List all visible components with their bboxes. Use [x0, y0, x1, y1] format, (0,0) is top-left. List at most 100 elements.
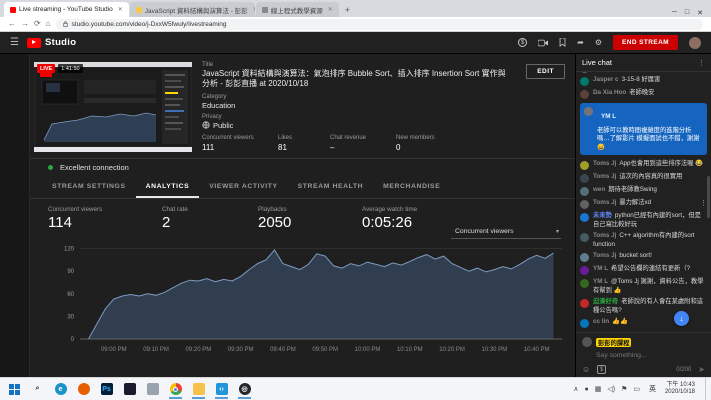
svg-text:09:40 PM: 09:40 PM [270, 347, 296, 353]
tray-icon[interactable]: ∧ [573, 386, 578, 393]
stream-preview-player[interactable]: LIVE 1:41:50 [34, 62, 192, 152]
chat-message[interactable]: Toms Jj有推薦好上手的export程式嗎 [580, 72, 707, 73]
back-icon[interactable]: ← [8, 20, 16, 28]
svg-text:10:20 PM: 10:20 PM [439, 347, 465, 353]
edit-button[interactable]: EDIT [526, 64, 565, 79]
svg-text:0: 0 [71, 337, 75, 343]
chat-message-text: 希望公告欄的連結有更新（? [611, 265, 690, 272]
chat-text-input[interactable]: Say something... [596, 352, 705, 359]
taskbar-start-icon[interactable] [6, 380, 23, 399]
tab-stream-health[interactable]: STREAM HEALTH [288, 176, 373, 198]
taskbar-firefox-icon[interactable] [75, 380, 92, 399]
tab-stream-settings[interactable]: STREAM SETTINGS [42, 176, 136, 198]
tab-analytics[interactable]: ANALYTICS [136, 176, 200, 198]
taskbar-system-app-icon[interactable] [144, 380, 161, 399]
chat-author-name: YM L [593, 265, 608, 272]
chat-message[interactable]: Jasper c3-15-8 好厲害 [580, 76, 707, 86]
menu-icon[interactable]: ☰ [10, 37, 19, 48]
browser-tab[interactable]: 線上程式教學資源✕ [256, 2, 339, 17]
taskbar-obs-icon[interactable]: ◎ [236, 380, 253, 399]
address-bar[interactable]: studio.youtube.com/video/j-DxxW5fwuly/li… [56, 19, 703, 30]
chat-message[interactable]: Toms JjApp也會用到這些排序法喔 😂 [580, 160, 707, 170]
send-icon[interactable]: ➤ [698, 365, 705, 374]
end-stream-button[interactable]: END STREAM [613, 35, 678, 50]
taskbar-search-icon[interactable]: ⌕ [29, 380, 46, 399]
chat-avatar [580, 200, 589, 209]
chat-message[interactable]: YM L希望公告欄的連結有更新（? [580, 265, 707, 275]
window-control-icon[interactable]: ✕ [697, 9, 703, 17]
chat-message[interactable]: 迫湊好奇老師說的有人會在某處附和這種公告嗎? [580, 298, 707, 315]
chart-metric-dropdown[interactable]: Concurrent viewers ▾ [451, 226, 561, 239]
tray-icon[interactable]: ● [584, 386, 588, 393]
chat-message[interactable]: Toms JjC++ algorithm有內建的sort function [580, 232, 707, 249]
feedback-icon[interactable] [559, 38, 566, 47]
chat-message-text: 老師可以教時間複雜度的進階分析嗎…了解影片 模擬面試也不錯，謝謝 😄 [597, 127, 700, 151]
superchat-message[interactable]: YM L老師可以教時間複雜度的進階分析嗎…了解影片 模擬面試也不錯，謝謝 😄 [580, 103, 707, 155]
tray-icon[interactable]: ⚑ [621, 386, 627, 393]
tab-close-icon[interactable]: ✕ [328, 6, 333, 13]
tray-icon[interactable]: ◁) [607, 386, 615, 393]
chat-message[interactable]: wen期待老師教Swing [580, 186, 707, 196]
chat-message[interactable]: YM L@Toms Jj 謝謝，資料公告，教學有幫到 👍 [580, 278, 707, 295]
taskbar-edge-icon[interactable]: e [52, 380, 69, 399]
taskbar-chrome-icon[interactable] [167, 380, 184, 399]
share-icon[interactable]: ➦ [577, 39, 584, 47]
reload-icon[interactable]: ⟳ [34, 20, 41, 28]
ime-indicator[interactable]: 英 [646, 382, 659, 396]
live-timer: 1:41:50 [58, 64, 82, 73]
chat-avatar [580, 279, 589, 288]
chat-message[interactable]: 未來勢python已經有內建的sort，但是自己寫比較好玩 [580, 212, 707, 229]
stat-value: 81 [278, 143, 330, 152]
live-chat-title: Live chat [582, 58, 612, 67]
browser-tab[interactable]: JavaScript 資料結構與演算法 - 彭彭✕ [130, 2, 255, 17]
chat-scrollbar[interactable] [707, 176, 710, 218]
studio-logo[interactable]: Studio [27, 37, 76, 48]
connection-status: Excellent connection [30, 158, 575, 176]
message-kebab-icon[interactable]: ⋮ [700, 199, 707, 207]
chat-message[interactable]: Toms Jj暴力解法xd ⋮ [580, 199, 707, 209]
chat-message-text: 這次的內容真的很實用 [619, 173, 682, 180]
settings-gear-icon[interactable]: ⚙ [595, 39, 602, 47]
chat-message[interactable]: Toms Jj這次的內容真的很實用 [580, 173, 707, 183]
taskbar-media-app-icon[interactable] [121, 380, 138, 399]
taskbar-file-explorer-icon[interactable] [190, 380, 207, 399]
svg-text:60: 60 [67, 292, 74, 298]
edge-icon: e [55, 383, 67, 395]
superchat-dollar-icon[interactable]: $ [597, 365, 606, 374]
tab-close-icon[interactable]: ✕ [253, 6, 255, 13]
chat-author-name: YM L [593, 278, 608, 285]
chat-avatar [580, 266, 589, 275]
window-control-icon[interactable]: ─ [672, 9, 677, 17]
chat-author-name: cc lin [593, 318, 609, 325]
chat-message-list: 陳小虎原來如此，感謝老師的講解 🙌日也打亂為什麼題目和這裡的程式碼不是同一個?T… [576, 72, 711, 332]
tray-icon[interactable]: ▭ [633, 386, 640, 393]
chat-message-body: Toms Jj暴力解法xd [593, 199, 651, 208]
forward-icon[interactable]: → [21, 20, 29, 28]
chat-message[interactable]: Da Xia Hoo老師晚安 [580, 89, 707, 99]
chat-message-text: 3-15-8 好厲害 [622, 76, 661, 83]
tab-merchandise[interactable]: MERCHANDISE [373, 176, 450, 198]
window-control-icon[interactable]: □ [685, 9, 689, 17]
taskbar-clock[interactable]: 下午 10:43 2020/10/18 [665, 382, 699, 397]
chat-message[interactable]: Toms Jjbucket sort! [580, 252, 707, 262]
browser-tab[interactable]: Live streaming - YouTube Studio✕ [4, 2, 129, 17]
show-desktop-button[interactable] [705, 378, 709, 400]
create-video-icon[interactable] [538, 39, 548, 47]
chat-menu-kebab-icon[interactable]: ⋮ [698, 59, 705, 67]
connection-dot-icon [48, 165, 53, 170]
emoji-icon[interactable]: ☺ [582, 366, 590, 374]
tab-viewer-activity[interactable]: VIEWER ACTIVITY [199, 176, 287, 198]
stat-value: 111 [202, 143, 278, 152]
scroll-to-bottom-button[interactable]: ↓ [674, 311, 689, 326]
browser-tab-strip: Live streaming - YouTube Studio✕JavaScri… [0, 0, 711, 17]
tab-close-icon[interactable]: ✕ [118, 6, 123, 13]
stream-stat: Concurrent viewers111 [202, 135, 278, 152]
taskbar-photoshop-icon[interactable]: Ps [98, 380, 115, 399]
home-icon[interactable]: ⌂ [46, 20, 51, 28]
monetization-icon[interactable]: $ [518, 38, 527, 47]
taskbar-vscode-icon[interactable]: ‹› [213, 380, 230, 399]
new-tab-button[interactable]: + [345, 5, 350, 15]
privacy-label: Privacy [202, 114, 567, 120]
account-avatar[interactable] [689, 37, 701, 49]
tray-icon[interactable]: ▦ [595, 386, 602, 393]
